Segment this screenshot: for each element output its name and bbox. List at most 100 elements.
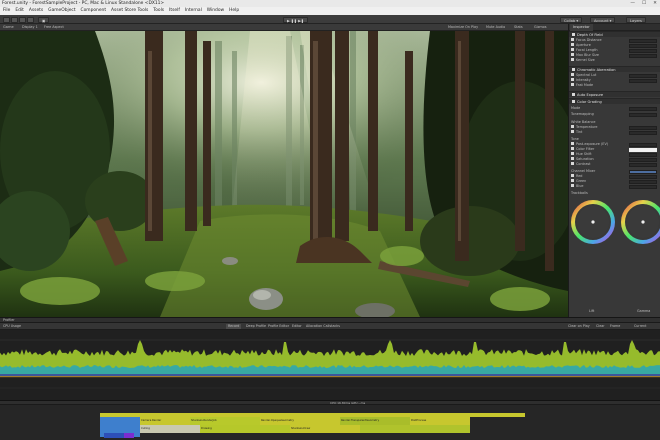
stats-toggle[interactable]: Stats (514, 25, 523, 30)
window-title: Forest.unity - ForestSampleProject - PC,… (2, 1, 165, 6)
pivot-toggle[interactable]: ▣ (38, 16, 50, 23)
timeline-block-camera-render[interactable]: Camera.Render (140, 417, 190, 425)
clear-on-play-toggle[interactable]: Clear on Play (568, 324, 590, 329)
dof-focus-distance-field[interactable] (629, 39, 657, 43)
timeline-block-shadows-draw[interactable]: Shadows.Draw (290, 425, 360, 433)
contrast-row: Contrast (571, 162, 591, 167)
mute-audio-toggle[interactable]: Mute Audio (486, 25, 505, 30)
spectral-lut-field[interactable] (629, 74, 657, 78)
scale-tool-button[interactable] (27, 16, 34, 23)
lift-label: Lift (589, 309, 595, 313)
lift-wheel-handle[interactable] (591, 220, 595, 224)
timeline-block-shadows[interactable]: Shadows.RenderJob (190, 417, 260, 425)
dof-aperture-field[interactable] (629, 44, 657, 48)
game-tab[interactable]: Game (3, 24, 14, 31)
window-controls: — ☐ ✕ (630, 0, 657, 7)
cpu-usage-label: CPU Usage (3, 324, 22, 328)
layers-dropdown[interactable]: Layers (626, 16, 646, 23)
close-button[interactable]: ✕ (653, 0, 657, 7)
gamma-label: Gamma (637, 309, 651, 313)
post-exposure-field[interactable] (629, 143, 657, 147)
timeline-block-misc[interactable] (360, 425, 470, 433)
menu-item-gameobject[interactable]: GameObject (48, 7, 75, 15)
menu-item-edit[interactable]: Edit (15, 7, 24, 15)
auto-exposure-section-header[interactable]: Auto Exposure (569, 91, 660, 97)
hue-shift-field[interactable] (629, 153, 657, 157)
hand-tool-button[interactable] (3, 16, 10, 23)
mixer-blue-row: Blue (571, 184, 584, 189)
color-filter-swatch[interactable] (629, 148, 657, 152)
editor-dropdown[interactable]: Editor (292, 324, 302, 329)
move-tool-button[interactable] (11, 16, 18, 23)
cpu-usage-graph[interactable] (0, 330, 660, 400)
menu-item-component[interactable]: Component (81, 7, 107, 15)
trackball-wheels[interactable] (569, 198, 660, 248)
saturation-field[interactable] (629, 158, 657, 162)
mixer-red-field[interactable] (629, 175, 657, 179)
temperature-field[interactable] (629, 126, 657, 130)
grading-mode-row: Mode (571, 106, 581, 110)
minimize-button[interactable]: — (630, 0, 635, 7)
current-frame-button[interactable]: Current (634, 324, 646, 329)
timeline-block-scripts[interactable] (124, 433, 134, 438)
color-grading-section-header[interactable]: Color Grading (569, 98, 660, 104)
menu-item-internal[interactable]: Internal (185, 7, 202, 15)
collab-button[interactable]: Collab ▾ (560, 16, 583, 23)
menu-item-asset-store-tools[interactable]: Asset Store Tools (111, 7, 148, 15)
rotate-tool-button[interactable] (19, 16, 26, 23)
chromatic-enabled-checkbox[interactable] (572, 68, 575, 71)
dof-enabled-checkbox[interactable] (572, 33, 575, 36)
menu-item-assets[interactable]: Assets (29, 7, 43, 15)
tint-field[interactable] (629, 131, 657, 135)
gamma-wheel-handle[interactable] (641, 220, 645, 224)
inspector-tab[interactable]: Inspector (570, 24, 593, 31)
tint-row: Tint (571, 130, 582, 135)
dof-section-header[interactable]: Depth Of Field (569, 31, 660, 37)
maximize-on-play-toggle[interactable]: Maximize On Play (448, 25, 478, 30)
auto-exposure-checkbox[interactable] (572, 93, 575, 96)
display-select[interactable]: Display 1 (22, 25, 38, 30)
menu-item-window[interactable]: Window (207, 7, 224, 15)
mixer-blue-field[interactable] (629, 185, 657, 189)
timeline-block-postprocess[interactable]: PostProcess (410, 417, 470, 425)
window-titlebar: Forest.unity - ForestSampleProject - PC,… (0, 0, 660, 7)
inspector-panel: Inspector Depth Of Field Focus Distance … (568, 24, 660, 317)
timeline-block-culling[interactable]: Culling (140, 425, 200, 433)
cpu-usage-plot (0, 339, 660, 389)
clear-button[interactable]: Clear (596, 324, 605, 329)
dof-max-blur-field[interactable] (629, 54, 657, 58)
menu-item-help[interactable]: Help (229, 7, 239, 15)
menu-item-itself[interactable]: Itself (169, 7, 180, 15)
menu-item-tools[interactable]: Tools (153, 7, 164, 15)
playback-controls[interactable]: ▶ ❚❚ ▶❚ (283, 16, 308, 23)
record-toggle[interactable]: Record (226, 324, 242, 329)
allocation-callstacks-toggle[interactable]: Allocation Callstacks (306, 324, 340, 329)
aspect-select[interactable]: Free Aspect (44, 25, 64, 30)
timeline-block-drawing[interactable]: Drawing (200, 425, 290, 433)
dof-focal-length-field[interactable] (629, 49, 657, 53)
inspector-header: Inspector (569, 24, 660, 31)
profile-editor-toggle[interactable]: Profile Editor (268, 324, 289, 329)
chromatic-section-header[interactable]: Chromatic Aberration (569, 66, 660, 72)
tonemapping-row: Tonemapping (571, 112, 594, 116)
contrast-field[interactable] (629, 163, 657, 167)
channel-mixer-selector[interactable] (629, 170, 657, 174)
gizmos-toggle[interactable]: Gizmos (534, 25, 547, 30)
timeline-block-opaque[interactable]: Render.OpaqueGeometry (260, 417, 340, 425)
chromatic-intensity-field[interactable] (629, 79, 657, 83)
maximize-button[interactable]: ☐ (642, 0, 646, 7)
deep-profile-toggle[interactable]: Deep Profile (246, 324, 266, 329)
menu-item-file[interactable]: File (3, 7, 10, 15)
grading-mode-dropdown[interactable] (629, 107, 657, 111)
profiler-timeline[interactable]: CPU:16.80ms GPU:--ms Camera.Render Shado… (0, 400, 660, 440)
mixer-green-field[interactable] (629, 180, 657, 184)
timeline-block-gpu[interactable] (104, 433, 124, 438)
dof-kernel-size-row: Kernel Size (571, 58, 595, 63)
chromatic-fast-mode-row: Fast Mode (571, 83, 593, 88)
tonemapping-dropdown[interactable] (629, 113, 657, 117)
timeline-block-transparent[interactable]: Render.TransparentGeometry (340, 417, 410, 425)
account-button[interactable]: Account ▾ (590, 16, 616, 23)
main-toolbar: ▣ ▶ ❚❚ ▶❚ Collab ▾ Account ▾ Layers (0, 15, 660, 24)
game-view-render[interactable] (0, 31, 568, 317)
color-grading-checkbox[interactable] (572, 100, 575, 103)
